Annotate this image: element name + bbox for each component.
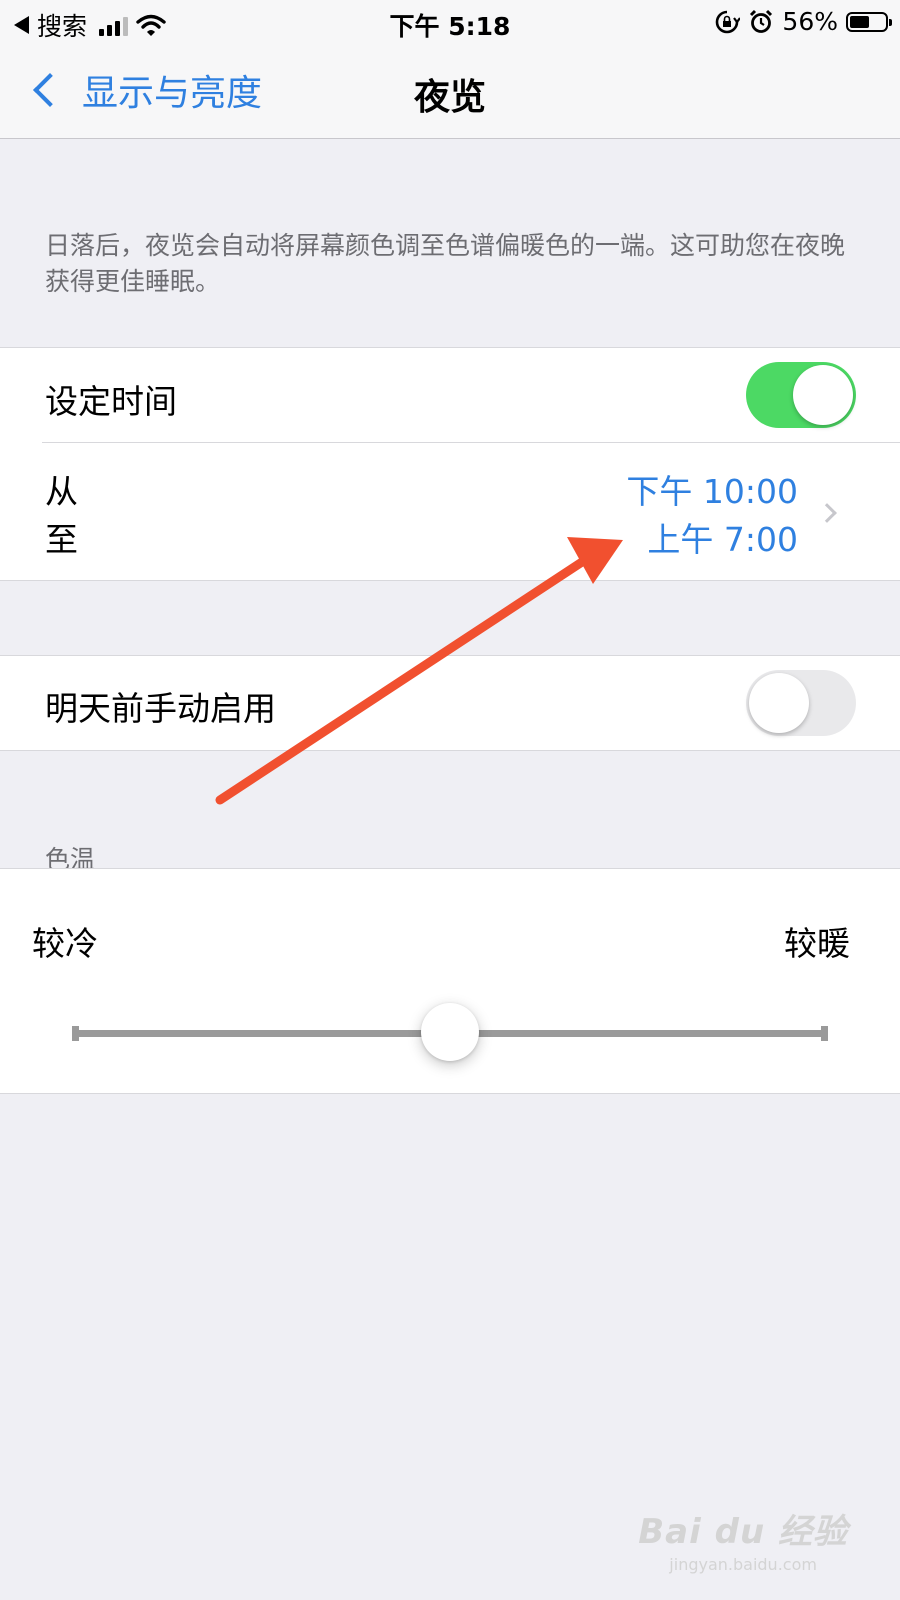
warmer-label: 较暖 — [784, 924, 850, 963]
watermark-url: jingyan.baidu.com — [669, 1555, 817, 1574]
scheduled-toggle[interactable] — [746, 362, 856, 428]
page-title: 夜览 — [413, 77, 486, 118]
battery-cap — [889, 18, 892, 26]
status-right: 56% — [714, 7, 892, 36]
toggle-knob — [793, 365, 853, 425]
watermark-logo: Bai du 经验 — [638, 1512, 848, 1552]
slider-min-tick — [72, 1026, 79, 1041]
battery-level — [850, 15, 869, 28]
night-shift-description: 日落后，夜览会自动将屏幕颜色调至色谱偏暖色的一端。这可助您在夜晚获得更佳睡眠。 — [45, 231, 846, 296]
battery-percentage: 56% — [782, 7, 838, 36]
slider-thumb[interactable] — [421, 1003, 479, 1061]
manual-enable-label: 明天前手动启用 — [45, 689, 276, 728]
manual-enable-group: 明天前手动启用 — [0, 655, 900, 751]
cooler-label: 较冷 — [32, 924, 98, 963]
toggle-knob — [749, 673, 809, 733]
from-time-value: 下午 10:00 — [626, 472, 798, 511]
manual-enable-toggle[interactable] — [746, 670, 856, 736]
color-temperature-slider[interactable] — [72, 1003, 828, 1061]
slider-max-tick — [821, 1026, 828, 1041]
battery-icon — [846, 11, 892, 32]
schedule-time-row[interactable]: 从 至 下午 10:00 上午 7:00 — [0, 443, 900, 580]
status-bar: 搜索 下午 5:18 56% — [0, 0, 900, 46]
rotation-lock-icon — [716, 10, 741, 33]
from-label: 从 — [45, 472, 78, 511]
navigation-bar: 显示与亮度 夜览 — [0, 46, 900, 139]
to-time-value: 上午 7:00 — [647, 520, 798, 559]
alarm-clock-icon — [750, 9, 773, 33]
schedule-group: 设定时间 从 至 下午 10:00 上午 7:00 — [0, 347, 900, 581]
chevron-right-icon — [817, 503, 837, 523]
baidu-watermark: Bai du 经验 jingyan.baidu.com — [638, 1504, 848, 1574]
to-label: 至 — [45, 520, 78, 559]
scheduled-label: 设定时间 — [45, 382, 177, 421]
